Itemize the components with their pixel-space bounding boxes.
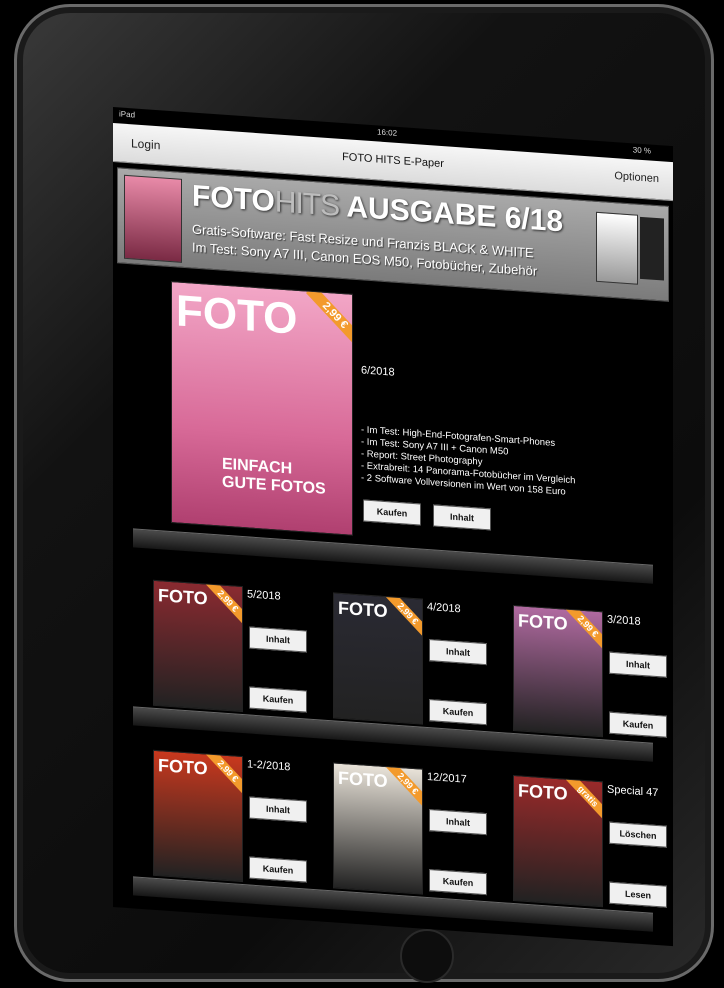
issue-label: 5/2018 [247, 588, 281, 603]
cover-masthead: FOTO [338, 597, 388, 622]
contents-button[interactable]: Inhalt [249, 796, 307, 823]
delete-button[interactable]: Löschen [609, 821, 667, 848]
issue-cover[interactable]: FOTO 2,99 € [153, 579, 243, 713]
clock: 16:02 [377, 127, 398, 138]
featured-buy-button[interactable]: Kaufen [363, 499, 421, 526]
banner-box-image [640, 216, 664, 281]
banner-brand-hits: HITS [274, 185, 340, 223]
issue-cover[interactable]: FOTO 2,99 € [513, 604, 603, 738]
featured-bullets: - Im Test: High-End-Fotografen-Smart-Pho… [361, 424, 575, 499]
buy-button[interactable]: Kaufen [429, 699, 487, 726]
contents-button[interactable]: Inhalt [249, 626, 307, 653]
issue-label: Special 47 [607, 783, 659, 800]
buy-button[interactable]: Kaufen [609, 711, 667, 738]
price-badge: 2,99 € [384, 762, 423, 809]
banner-software-image [596, 211, 638, 285]
issue-cover[interactable]: FOTO 2,99 € [153, 749, 243, 883]
contents-button[interactable]: Inhalt [429, 639, 487, 666]
price-badge: 2,99 € [204, 579, 243, 626]
app-screen: iPad 16:02 30 % Login FOTO HITS E-Paper … [113, 107, 673, 947]
issue-cover[interactable]: FOTO 2,99 € [333, 762, 423, 895]
featured-contents-button[interactable]: Inhalt [433, 504, 491, 531]
buy-button[interactable]: Kaufen [429, 869, 487, 896]
issue-cover[interactable]: FOTO 2,99 € [333, 592, 423, 725]
issue-label: 1-2/2018 [247, 758, 291, 774]
price-badge: 2,99 € [564, 604, 603, 651]
price-badge: 2,99 € [384, 592, 423, 639]
cover-masthead: FOTO [518, 780, 568, 804]
contents-button[interactable]: Inhalt [429, 809, 487, 836]
featured-issue-label: 6/2018 [361, 364, 395, 379]
issue-label: 12/2017 [427, 770, 467, 786]
issue-label: 4/2018 [427, 600, 461, 616]
cover-masthead: FOTO [518, 610, 568, 634]
issue-cover[interactable]: FOTO gratis [513, 774, 603, 908]
ipad-frame: iPad 16:02 30 % Login FOTO HITS E-Paper … [14, 4, 714, 983]
cover-headline: EINFACH GUTE FOTOS [222, 456, 326, 499]
cover-masthead: FOTO [176, 286, 298, 344]
carrier-label: iPad [119, 109, 136, 120]
cover-masthead: FOTO [158, 585, 208, 609]
buy-button[interactable]: Kaufen [249, 686, 307, 713]
price-badge: 2,99 € [204, 749, 243, 796]
shelf [133, 528, 653, 584]
price-badge: gratis [564, 774, 603, 821]
issue-label: 3/2018 [607, 613, 641, 628]
battery-label: 30 % [632, 145, 651, 156]
featured-cover[interactable]: FOTO 2,99 € EINFACH GUTE FOTOS [171, 281, 353, 536]
banner-cover-image [124, 174, 182, 263]
cover-masthead: FOTO [338, 767, 388, 792]
read-button[interactable]: Lesen [609, 881, 667, 908]
cover-masthead: FOTO [158, 755, 208, 779]
price-badge: 2,99 € [306, 285, 353, 346]
contents-button[interactable]: Inhalt [609, 651, 667, 678]
banner-issue-label: AUSGABE 6/18 [346, 190, 564, 239]
buy-button[interactable]: Kaufen [249, 856, 307, 883]
home-button[interactable] [400, 929, 454, 983]
options-button[interactable]: Optionen [614, 170, 659, 185]
banner-brand-foto: FOTO [192, 179, 275, 219]
